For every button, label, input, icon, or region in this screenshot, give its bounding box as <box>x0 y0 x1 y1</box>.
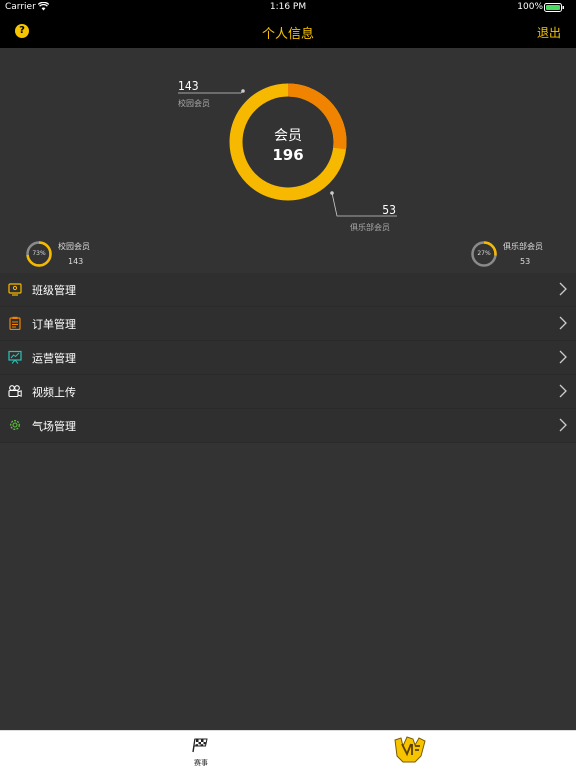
menu-list: 班级管理 订单管理 运营管理 视频上传 气场管理 <box>0 273 576 443</box>
tab-race-label: 赛事 <box>194 759 208 767</box>
status-time: 1:16 PM <box>269 2 307 12</box>
menu-item-operations[interactable]: 运营管理 <box>0 341 576 375</box>
center-label: 会员 <box>274 128 302 144</box>
menu-item-video-upload[interactable]: 视频上传 <box>0 375 576 409</box>
status-bar: Carrier 1:16 PM 100% <box>0 0 576 16</box>
checkered-flag-icon <box>192 738 208 753</box>
menu-item-orders[interactable]: 订单管理 <box>0 307 576 341</box>
club-leader-dot <box>330 191 334 195</box>
mini-club-percent: 27% <box>477 250 491 257</box>
campus-label: 校园会员 <box>178 99 210 108</box>
video-camera-icon <box>8 385 22 398</box>
clipboard-icon <box>9 316 21 330</box>
chevron-right-icon <box>559 282 567 296</box>
menu-item-label: 班级管理 <box>32 284 76 297</box>
page-title: 个人信息 <box>261 27 314 42</box>
campus-count: 143 <box>178 79 199 93</box>
menu-item-class[interactable]: 班级管理 <box>0 273 576 307</box>
presentation-icon <box>8 350 22 364</box>
campus-leader-dot <box>241 89 245 93</box>
club-label: 俱乐部会员 <box>350 223 390 232</box>
chevron-right-icon <box>559 350 567 364</box>
mini-club-label: 俱乐部会员 <box>503 242 543 251</box>
menu-item-label: 视频上传 <box>32 386 76 399</box>
logout-button[interactable]: 退出 <box>537 24 561 41</box>
club-count: 53 <box>382 203 396 217</box>
battery-icon <box>544 3 564 12</box>
tab-race[interactable]: 赛事 <box>182 737 220 768</box>
menu-item-label: 订单管理 <box>32 318 76 331</box>
menu-item-aura[interactable]: 气场管理 <box>0 409 576 443</box>
battery-percent: 100% <box>517 2 543 12</box>
mini-club-count: 53 <box>520 257 531 266</box>
chevron-right-icon <box>559 418 567 432</box>
mini-campus-label: 校园会员 <box>58 242 90 251</box>
center-total: 196 <box>272 146 304 164</box>
mini-campus-percent: 73% <box>32 250 46 257</box>
aura-gear-icon <box>10 420 20 430</box>
tab-bar: 赛事 <box>0 730 576 769</box>
menu-item-label: 运营管理 <box>32 352 76 365</box>
brand-logo-icon[interactable] <box>393 736 427 764</box>
class-icon <box>8 283 22 296</box>
menu-item-label: 气场管理 <box>32 420 76 433</box>
chevron-right-icon <box>559 384 567 398</box>
nav-bar: ? 个人信息 退出 <box>0 16 576 48</box>
member-summary: 会员 196 143 校园会员 53 俱乐部会员 73% 校园会员 143 27… <box>0 48 576 274</box>
mini-campus-count: 143 <box>68 257 84 266</box>
chevron-right-icon <box>559 316 567 330</box>
